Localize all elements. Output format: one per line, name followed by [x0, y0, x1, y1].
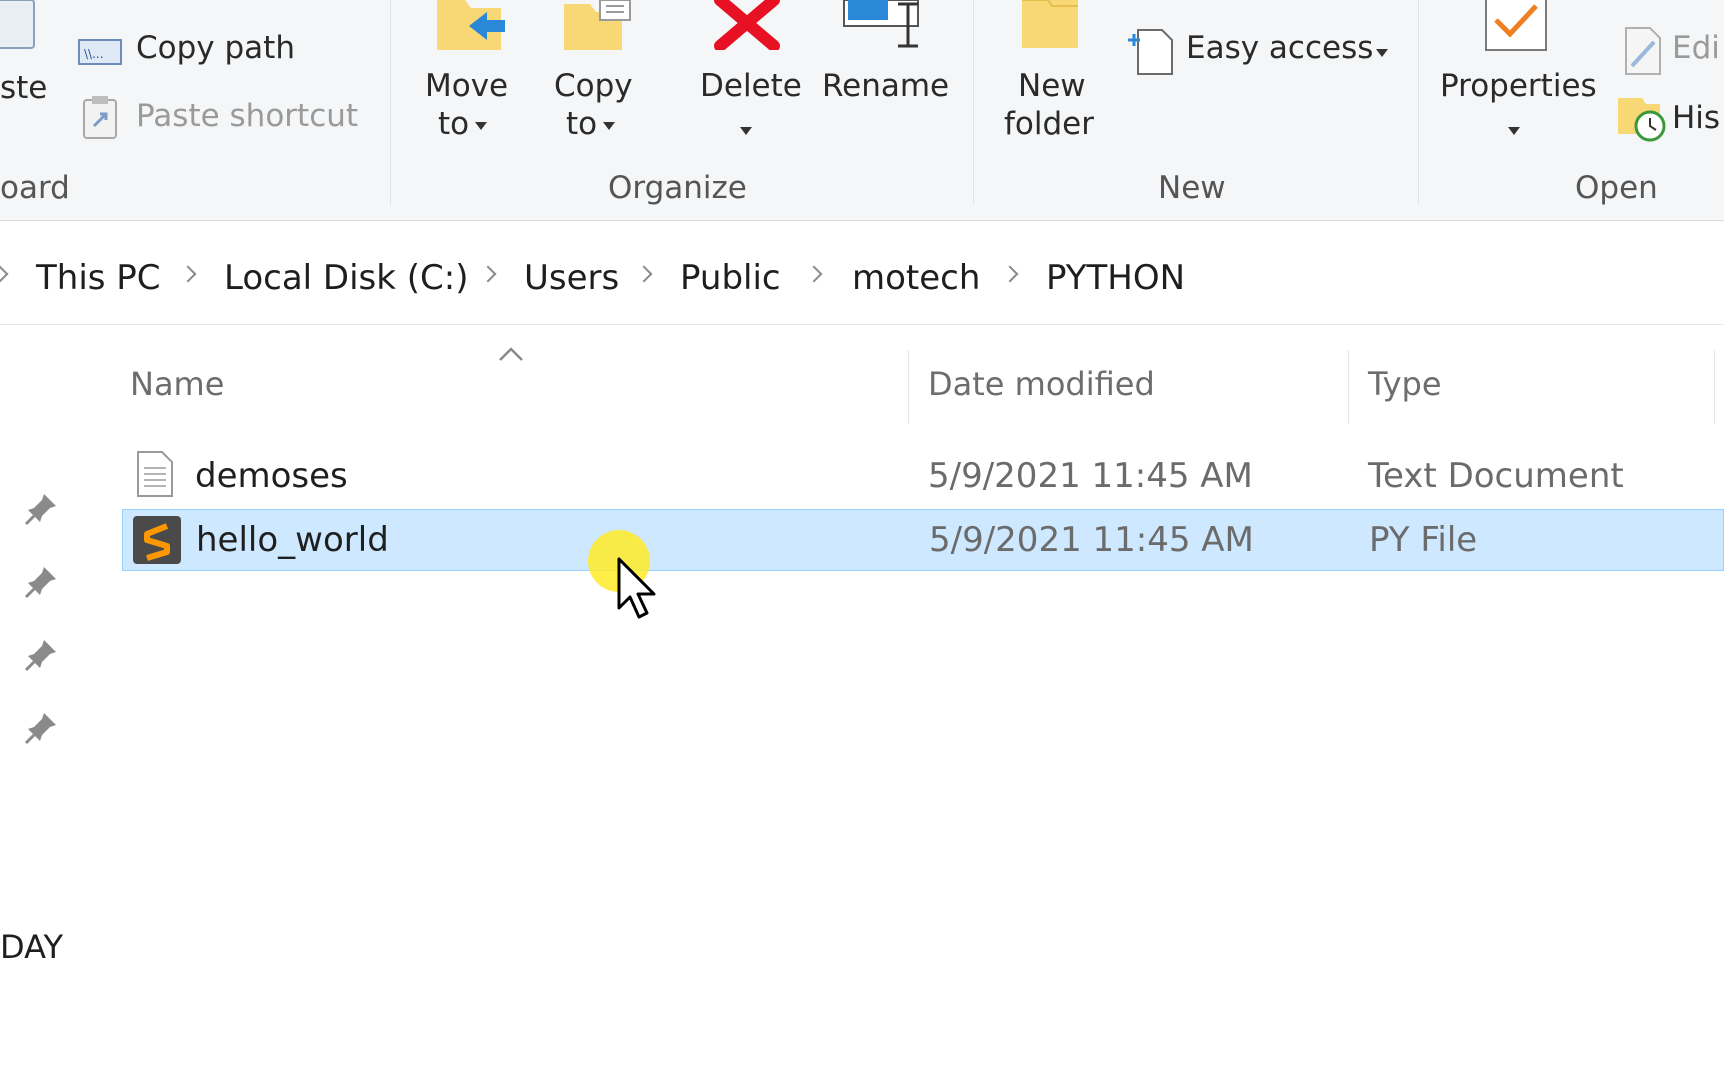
chevron-right-icon — [1001, 265, 1019, 283]
clipboard-group-label: oard — [0, 170, 70, 206]
pin-icon[interactable] — [24, 636, 60, 672]
organize-group-label: Organize — [608, 170, 747, 206]
rename-icon — [842, 0, 932, 56]
open-group-label: Open — [1575, 170, 1658, 206]
file-type: Text Document — [1368, 456, 1624, 496]
paste-icon[interactable] — [0, 0, 36, 50]
paste-shortcut-label: Paste shortcut — [136, 98, 359, 134]
file-date: 5/9/2021 11:45 AM — [929, 520, 1254, 560]
pin-icon[interactable] — [24, 709, 60, 745]
sort-ascending-icon — [498, 346, 524, 366]
svg-text:\\...: \\... — [84, 47, 104, 61]
nav-pane-item-label[interactable]: DAY — [0, 928, 63, 966]
chevron-down-icon — [1376, 42, 1388, 61]
chevron-right-icon — [479, 265, 497, 283]
file-type: PY File — [1369, 520, 1478, 560]
pin-icon[interactable] — [24, 490, 60, 526]
pin-icon[interactable] — [24, 563, 60, 599]
ribbon: ste \\... Copy path Paste shortcut oard … — [0, 0, 1724, 221]
edit-icon — [1620, 26, 1666, 80]
file-date: 5/9/2021 11:45 AM — [928, 456, 1253, 496]
copy-to-label-1: Copy — [554, 68, 633, 104]
rename-button[interactable]: Rename — [820, 0, 950, 150]
chevron-down-icon — [740, 120, 752, 139]
history-button[interactable]: His — [1616, 94, 1724, 146]
new-folder-icon — [1018, 0, 1088, 56]
column-header-name[interactable]: Name — [130, 365, 224, 403]
easy-access-label: Easy access — [1186, 30, 1374, 66]
copy-to-label-2: to — [566, 106, 616, 142]
copy-to-button[interactable]: Copy to — [548, 0, 648, 150]
breadcrumb-item-this-pc[interactable]: This PC — [36, 258, 161, 298]
file-name: demoses — [195, 456, 348, 496]
history-label: His — [1672, 100, 1721, 136]
chevron-right-icon — [179, 265, 197, 283]
edit-label: Edi — [1672, 30, 1720, 66]
column-divider[interactable] — [908, 350, 909, 424]
sublime-file-icon — [133, 516, 181, 568]
column-divider[interactable] — [1348, 350, 1349, 424]
breadcrumb-item-public[interactable]: Public — [680, 258, 781, 298]
delete-x-icon — [712, 0, 782, 54]
edit-button[interactable]: Edi — [1620, 26, 1724, 78]
copy-to-icon — [562, 0, 634, 58]
column-header-type[interactable]: Type — [1368, 365, 1442, 403]
properties-icon — [1482, 0, 1552, 56]
new-folder-button[interactable]: New folder — [998, 0, 1108, 150]
chevron-right-icon — [0, 265, 9, 283]
address-bar[interactable]: This PC Local Disk (C:) Users Public mot… — [0, 238, 1724, 325]
column-header-date-modified[interactable]: Date modified — [928, 365, 1155, 403]
rename-label: Rename — [822, 68, 950, 104]
easy-access-icon — [1126, 26, 1178, 82]
breadcrumb-item-users[interactable]: Users — [524, 258, 619, 298]
chevron-right-icon — [635, 265, 653, 283]
move-to-button[interactable]: Move to — [420, 0, 520, 150]
breadcrumb-item-motech[interactable]: motech — [852, 258, 980, 298]
chevron-down-icon — [603, 121, 616, 130]
move-to-label-1: Move — [425, 68, 509, 104]
paste-shortcut-icon — [80, 96, 120, 146]
breadcrumb-item-local-disk[interactable]: Local Disk (C:) — [224, 258, 469, 298]
copy-path-icon: \\... — [78, 36, 122, 72]
copy-path-label: Copy path — [136, 30, 295, 66]
group-divider — [1418, 0, 1419, 205]
new-group-label: New — [1158, 170, 1226, 206]
chevron-down-icon — [475, 121, 488, 130]
easy-access-button[interactable]: Easy access — [1126, 26, 1396, 78]
move-to-label-2: to — [438, 106, 488, 142]
delete-label: Delete — [700, 68, 802, 104]
breadcrumb-item-python[interactable]: PYTHON — [1046, 258, 1185, 298]
new-folder-label-1: New — [1018, 68, 1086, 104]
column-divider[interactable] — [1714, 350, 1715, 424]
properties-button[interactable]: Properties — [1438, 0, 1608, 150]
chevron-right-icon — [805, 265, 823, 283]
file-name: hello_world — [196, 520, 389, 560]
file-row-hello-world[interactable]: hello_world 5/9/2021 11:45 AM PY File — [122, 509, 1724, 571]
text-file-icon — [136, 450, 176, 502]
properties-label: Properties — [1440, 68, 1597, 104]
group-divider — [390, 0, 391, 205]
move-to-icon — [435, 0, 507, 58]
paste-button-label[interactable]: ste — [0, 70, 47, 106]
group-divider — [973, 0, 974, 205]
move-to-label-2-text: to — [438, 106, 470, 142]
delete-button[interactable]: Delete — [690, 0, 802, 150]
new-folder-label-2: folder — [1004, 106, 1094, 142]
mouse-pointer-icon — [616, 556, 660, 626]
history-icon — [1616, 94, 1666, 148]
chevron-down-icon — [1508, 120, 1520, 139]
copy-to-label-2-text: to — [566, 106, 598, 142]
file-row-demoses[interactable]: demoses 5/9/2021 11:45 AM Text Document — [122, 444, 1724, 506]
